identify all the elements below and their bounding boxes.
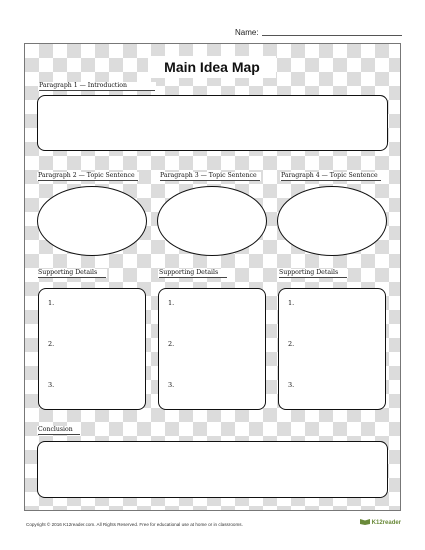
support1-label-text: Supporting Details: [38, 269, 98, 276]
detail-number: 1.: [288, 299, 295, 307]
name-field[interactable]: Name:: [235, 28, 402, 37]
support1-box[interactable]: 1. 2. 3.: [38, 288, 146, 410]
support3-label-text: Supporting Details: [279, 269, 339, 276]
support2-box[interactable]: 1. 2. 3.: [158, 288, 266, 410]
conclusion-box[interactable]: [37, 441, 388, 498]
logo-text: K12reader: [371, 520, 402, 526]
detail-number: 3.: [168, 381, 175, 389]
detail-number: 3.: [48, 381, 55, 389]
detail-number: 1.: [48, 299, 55, 307]
copyright-footer: Copyright © 2016 K12reader.com. All Righ…: [26, 522, 243, 527]
p2-label-text: Paragraph 2 — Topic Sentence: [38, 172, 135, 179]
detail-number: 2.: [168, 340, 175, 348]
page-title: Main Idea Map: [148, 56, 276, 78]
intro-label: Paragraph 1 — Introduction: [38, 82, 156, 91]
p4-topic-ellipse[interactable]: [277, 186, 387, 256]
p2-label: Paragraph 2 — Topic Sentence: [37, 172, 139, 181]
support1-label: Supporting Details: [37, 269, 107, 278]
intro-label-text: Paragraph 1 — Introduction: [39, 82, 127, 89]
support3-box[interactable]: 1. 2. 3.: [278, 288, 386, 410]
p4-label-text: Paragraph 4 — Topic Sentence: [281, 172, 378, 179]
support2-label-text: Supporting Details: [159, 269, 219, 276]
detail-number: 2.: [288, 340, 295, 348]
detail-number: 2.: [48, 340, 55, 348]
p2-topic-ellipse[interactable]: [37, 186, 147, 256]
p3-label: Paragraph 3 — Topic Sentence: [159, 172, 261, 181]
conclusion-label: Conclusion: [37, 426, 81, 435]
name-label: Name:: [235, 28, 259, 37]
conclusion-label-text: Conclusion: [38, 426, 73, 433]
p4-label: Paragraph 4 — Topic Sentence: [280, 172, 382, 181]
k12reader-logo: K12reader: [360, 518, 401, 526]
p3-label-text: Paragraph 3 — Topic Sentence: [160, 172, 257, 179]
detail-number: 3.: [288, 381, 295, 389]
name-underline: [261, 35, 402, 36]
book-icon: [360, 519, 370, 525]
intro-box[interactable]: [37, 95, 388, 151]
detail-number: 1.: [168, 299, 175, 307]
support2-label: Supporting Details: [158, 269, 228, 278]
p3-topic-ellipse[interactable]: [157, 186, 267, 256]
support3-label: Supporting Details: [278, 269, 348, 278]
